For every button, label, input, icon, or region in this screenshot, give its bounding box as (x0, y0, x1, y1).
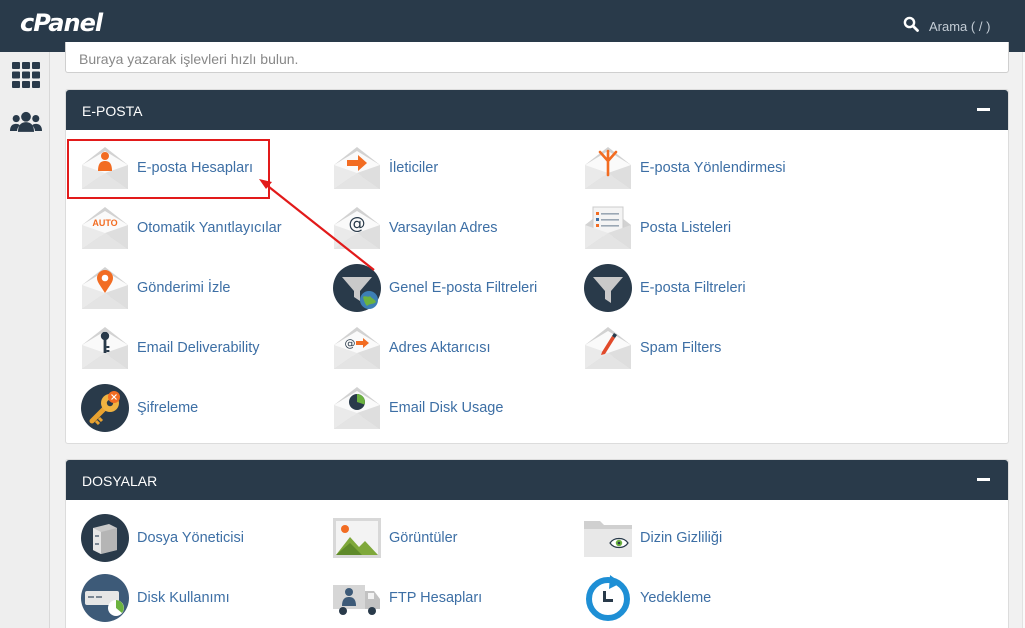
email-filters-item[interactable]: E-posta Filtreleri (583, 263, 746, 313)
email-deliverability-item[interactable]: Email Deliverability (80, 323, 259, 373)
disk-usage-label[interactable]: Disk Kullanımı (137, 590, 230, 606)
file-manager-label[interactable]: Dosya Yöneticisi (137, 530, 244, 546)
default-address-label[interactable]: Varsayılan Adres (389, 220, 498, 236)
files-section-title: DOSYALAR (82, 473, 158, 489)
email-section-header[interactable]: E-POSTA (66, 90, 1008, 130)
images-item[interactable]: Görüntüler (332, 513, 458, 563)
disk-usage-item[interactable]: Disk Kullanımı (80, 573, 230, 623)
images-icon (332, 513, 382, 563)
email-filters-icon (583, 263, 633, 313)
quick-search-input[interactable]: Buraya yazarak işlevleri hızlı bulun. (65, 42, 1009, 73)
global-email-filters-label[interactable]: Genel E-posta Filtreleri (389, 280, 537, 296)
address-importer-item[interactable]: @ Adres Aktarıcısı (332, 323, 491, 373)
backup-icon (583, 573, 633, 623)
track-delivery-item[interactable]: Gönderimi İzle (80, 263, 230, 313)
autoresponders-icon: AUTO (80, 203, 130, 253)
email-routing-icon (583, 143, 633, 193)
track-delivery-label[interactable]: Gönderimi İzle (137, 280, 230, 296)
autoresponders-item[interactable]: AUTO Otomatik Yanıtlayıcılar (80, 203, 282, 253)
email-deliverability-label[interactable]: Email Deliverability (137, 340, 259, 356)
email-disk-usage-item[interactable]: Email Disk Usage (332, 383, 503, 433)
svg-text:@: @ (349, 214, 366, 234)
address-importer-icon: @ (332, 323, 382, 373)
autoresponders-label[interactable]: Otomatik Yanıtlayıcılar (137, 220, 282, 236)
forwarders-label[interactable]: İleticiler (389, 160, 438, 176)
ftp-accounts-icon (332, 573, 382, 623)
files-section-header[interactable]: DOSYALAR (66, 460, 1008, 500)
images-label[interactable]: Görüntüler (389, 530, 458, 546)
header-search[interactable]: Arama ( / ) (903, 16, 990, 37)
encryption-label[interactable]: Şifreleme (137, 400, 198, 416)
spam-filters-label[interactable]: Spam Filters (640, 340, 721, 356)
email-disk-usage-label[interactable]: Email Disk Usage (389, 400, 503, 416)
collapse-icon[interactable] (977, 478, 990, 481)
email-filters-label[interactable]: E-posta Filtreleri (640, 280, 746, 296)
collapse-icon[interactable] (977, 108, 990, 111)
email-routing-item[interactable]: E-posta Yönlendirmesi (583, 143, 786, 193)
spam-filters-item[interactable]: Spam Filters (583, 323, 721, 373)
encryption-item[interactable]: Şifreleme (80, 383, 198, 433)
mailing-lists-icon (583, 203, 633, 253)
disk-usage-icon (80, 573, 130, 623)
ftp-accounts-label[interactable]: FTP Hesapları (389, 590, 482, 606)
cpanel-logo[interactable]: cPanel (20, 9, 103, 37)
header-search-label[interactable]: Arama ( / ) (929, 19, 990, 34)
email-disk-usage-icon (332, 383, 382, 433)
grid-icon[interactable] (10, 60, 42, 90)
directory-privacy-icon (583, 513, 633, 563)
directory-privacy-label[interactable]: Dizin Gizliliği (640, 530, 722, 546)
left-sidebar (0, 52, 50, 628)
email-routing-label[interactable]: E-posta Yönlendirmesi (640, 160, 786, 176)
track-delivery-icon (80, 263, 130, 313)
ftp-accounts-item[interactable]: FTP Hesapları (332, 573, 482, 623)
global-email-filters-item[interactable]: Genel E-posta Filtreleri (332, 263, 537, 313)
highlight-box (67, 139, 270, 199)
backup-label[interactable]: Yedekleme (640, 590, 711, 606)
svg-text:AUTO: AUTO (92, 218, 117, 228)
mailing-lists-label[interactable]: Posta Listeleri (640, 220, 731, 236)
search-icon[interactable] (903, 16, 919, 37)
file-manager-icon (80, 513, 130, 563)
default-address-icon: @ (332, 203, 382, 253)
spam-filters-icon (583, 323, 633, 373)
users-icon[interactable] (10, 108, 42, 138)
forwarders-item[interactable]: İleticiler (332, 143, 438, 193)
email-section-title: E-POSTA (82, 103, 143, 119)
backup-item[interactable]: Yedekleme (583, 573, 711, 623)
directory-privacy-item[interactable]: Dizin Gizliliği (583, 513, 722, 563)
mailing-lists-item[interactable]: Posta Listeleri (583, 203, 731, 253)
encryption-icon (80, 383, 130, 433)
svg-text:@: @ (345, 337, 356, 350)
email-deliverability-icon (80, 323, 130, 373)
forwarders-icon (332, 143, 382, 193)
address-importer-label[interactable]: Adres Aktarıcısı (389, 340, 491, 356)
default-address-item[interactable]: @ Varsayılan Adres (332, 203, 498, 253)
file-manager-item[interactable]: Dosya Yöneticisi (80, 513, 244, 563)
global-email-filters-icon (332, 263, 382, 313)
